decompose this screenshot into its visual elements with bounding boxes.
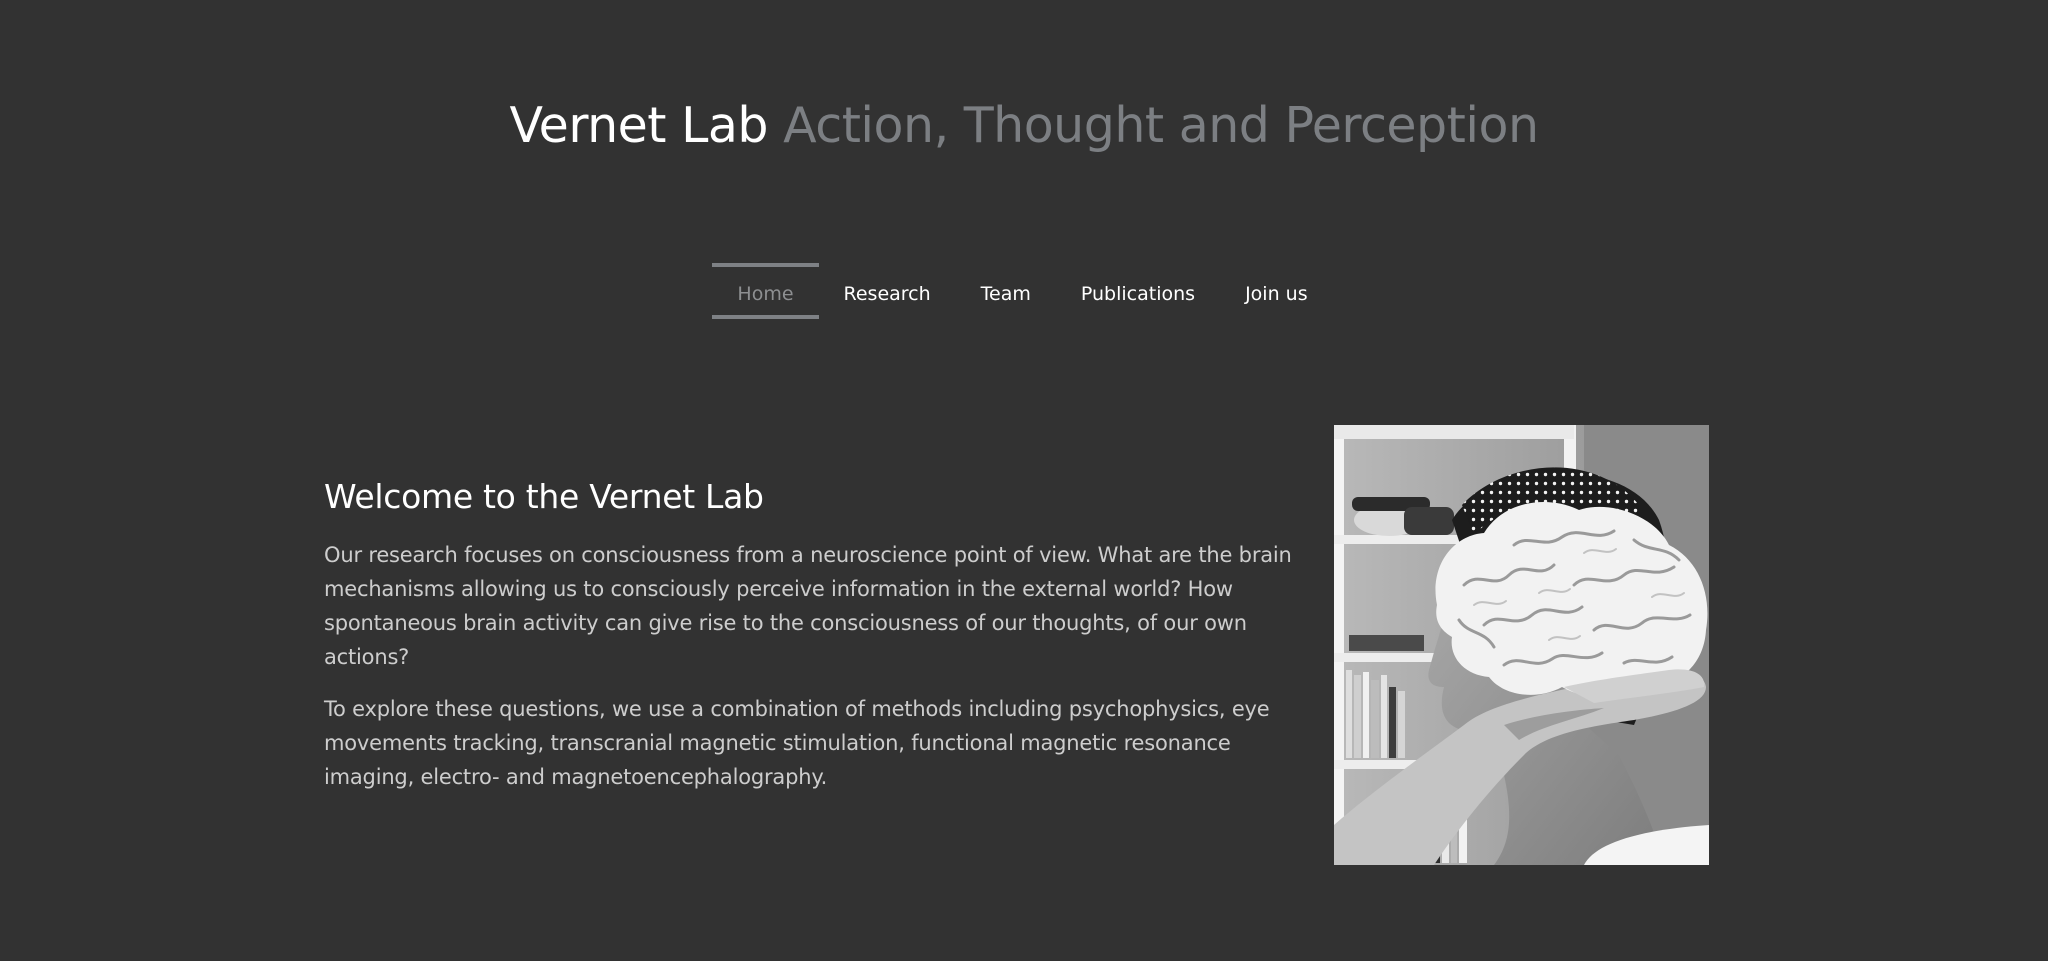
nav-item-publications[interactable]: Publications	[1056, 263, 1220, 319]
nav-item-team[interactable]: Team	[956, 263, 1056, 319]
person-holding-brain-photo	[1334, 425, 1709, 865]
intro-paragraph-1: Our research focuses on consciousness fr…	[324, 543, 1292, 669]
intro-paragraph-2: To explore these questions, we use a com…	[324, 697, 1270, 789]
nav-item-research[interactable]: Research	[819, 263, 956, 319]
main-nav: Home Research Team Publications Join us	[0, 263, 2048, 319]
nav-list: Home Research Team Publications Join us	[712, 263, 1332, 319]
nav-item-join-us[interactable]: Join us	[1220, 263, 1333, 319]
site-name[interactable]: Vernet Lab	[509, 97, 768, 154]
nav-item-home[interactable]: Home	[712, 263, 819, 319]
photo-illustration	[1334, 425, 1709, 865]
site-header: Vernet Lab Action, Thought and Perceptio…	[0, 92, 2048, 160]
intro-title: Welcome to the Vernet Lab	[324, 477, 764, 516]
site-tagline: Action, Thought and Perception	[783, 97, 1539, 154]
intro-section: Welcome to the Vernet Lab Our research f…	[324, 474, 1294, 812]
